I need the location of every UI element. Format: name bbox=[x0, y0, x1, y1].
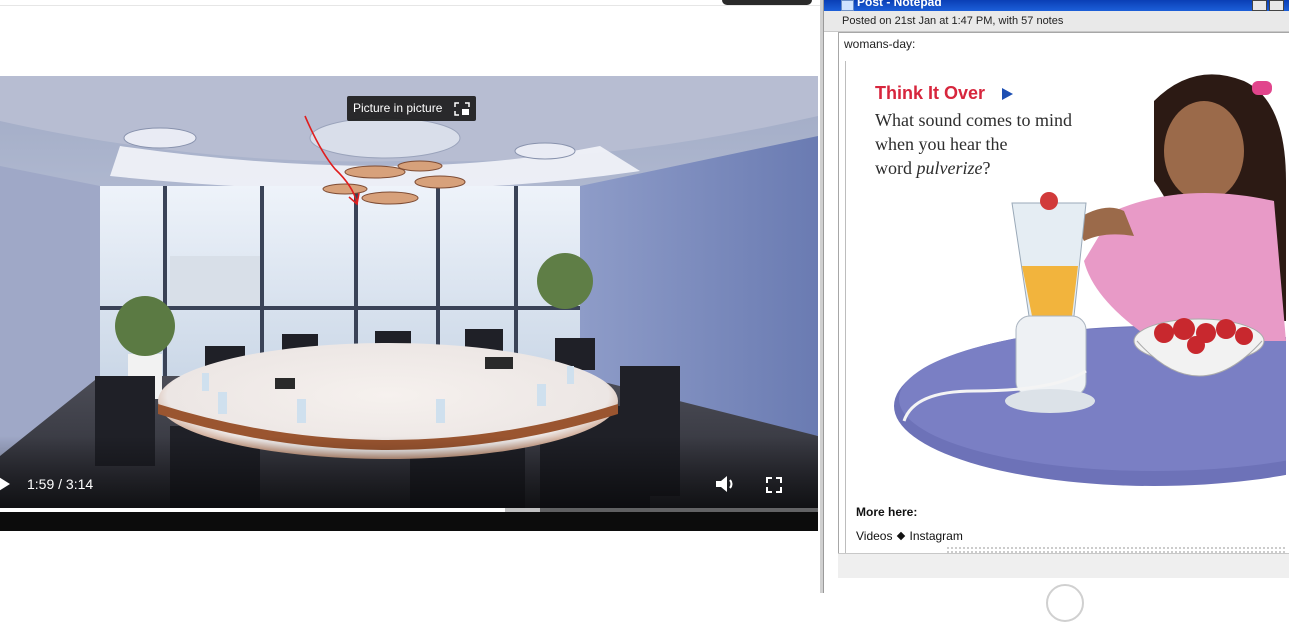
circle-icon bbox=[1046, 584, 1084, 622]
question-prefix: word bbox=[875, 158, 917, 178]
minimize-button[interactable] bbox=[1252, 0, 1267, 11]
videos-link[interactable]: Videos bbox=[856, 529, 892, 543]
video-player[interactable]: 1:59 / 3:14 bbox=[0, 76, 818, 531]
video-bottom-bar bbox=[0, 512, 818, 531]
window-edge bbox=[722, 0, 812, 5]
reblog-panel: Think It Over What sound comes to mind w… bbox=[845, 61, 1289, 553]
post-content: womans-day: Think It Over What sound com… bbox=[838, 32, 1289, 554]
question-word: pulverize bbox=[916, 158, 983, 178]
think-it-over-heading: Think It Over bbox=[875, 83, 986, 103]
post-meta: Posted on 21st Jan at 1:47 PM, with 57 n… bbox=[842, 15, 1064, 27]
window-title: Post - Notepad bbox=[857, 0, 942, 9]
notepad-icon bbox=[841, 0, 854, 11]
blog-name[interactable]: womans-day: bbox=[844, 37, 915, 51]
notepad-window: Post - Notepad Posted on 21st Jan at 1:4… bbox=[823, 0, 1289, 622]
question-line-1: What sound comes to mind bbox=[875, 110, 1072, 130]
question-line-3: word pulverize? bbox=[875, 156, 1115, 180]
maximize-button[interactable] bbox=[1269, 0, 1284, 11]
fullscreen-icon[interactable] bbox=[766, 477, 782, 493]
page-top-divider bbox=[0, 5, 820, 6]
notepad-title-bar[interactable]: Post - Notepad bbox=[824, 0, 1289, 11]
post-meta-bar: Posted on 21st Jan at 1:47 PM, with 57 n… bbox=[824, 11, 1289, 32]
think-it-over-question: What sound comes to mind when you hear t… bbox=[875, 108, 1115, 180]
volume-icon[interactable] bbox=[716, 475, 736, 493]
tooltip-label: Picture in picture bbox=[353, 101, 443, 115]
notepad-status-bar bbox=[838, 553, 1289, 579]
play-icon[interactable] bbox=[0, 474, 10, 494]
question-suffix: ? bbox=[982, 158, 991, 178]
link-list: Videos Instagram bbox=[856, 529, 963, 543]
window-controls bbox=[1252, 0, 1284, 11]
instagram-link[interactable]: Instagram bbox=[909, 529, 962, 543]
time-display: 1:59 / 3:14 bbox=[27, 476, 94, 492]
more-here-label: More here: bbox=[856, 505, 918, 519]
picture-in-picture-icon[interactable] bbox=[454, 101, 471, 116]
dotted-divider bbox=[946, 546, 1286, 553]
post-image: Think It Over What sound comes to mind w… bbox=[854, 61, 1289, 491]
triangle-arrow-icon bbox=[1002, 88, 1013, 100]
picture-in-picture-tooltip: Picture in picture bbox=[347, 96, 477, 121]
diamond-separator-icon bbox=[897, 531, 906, 541]
question-line-2: when you hear the bbox=[875, 134, 1008, 154]
